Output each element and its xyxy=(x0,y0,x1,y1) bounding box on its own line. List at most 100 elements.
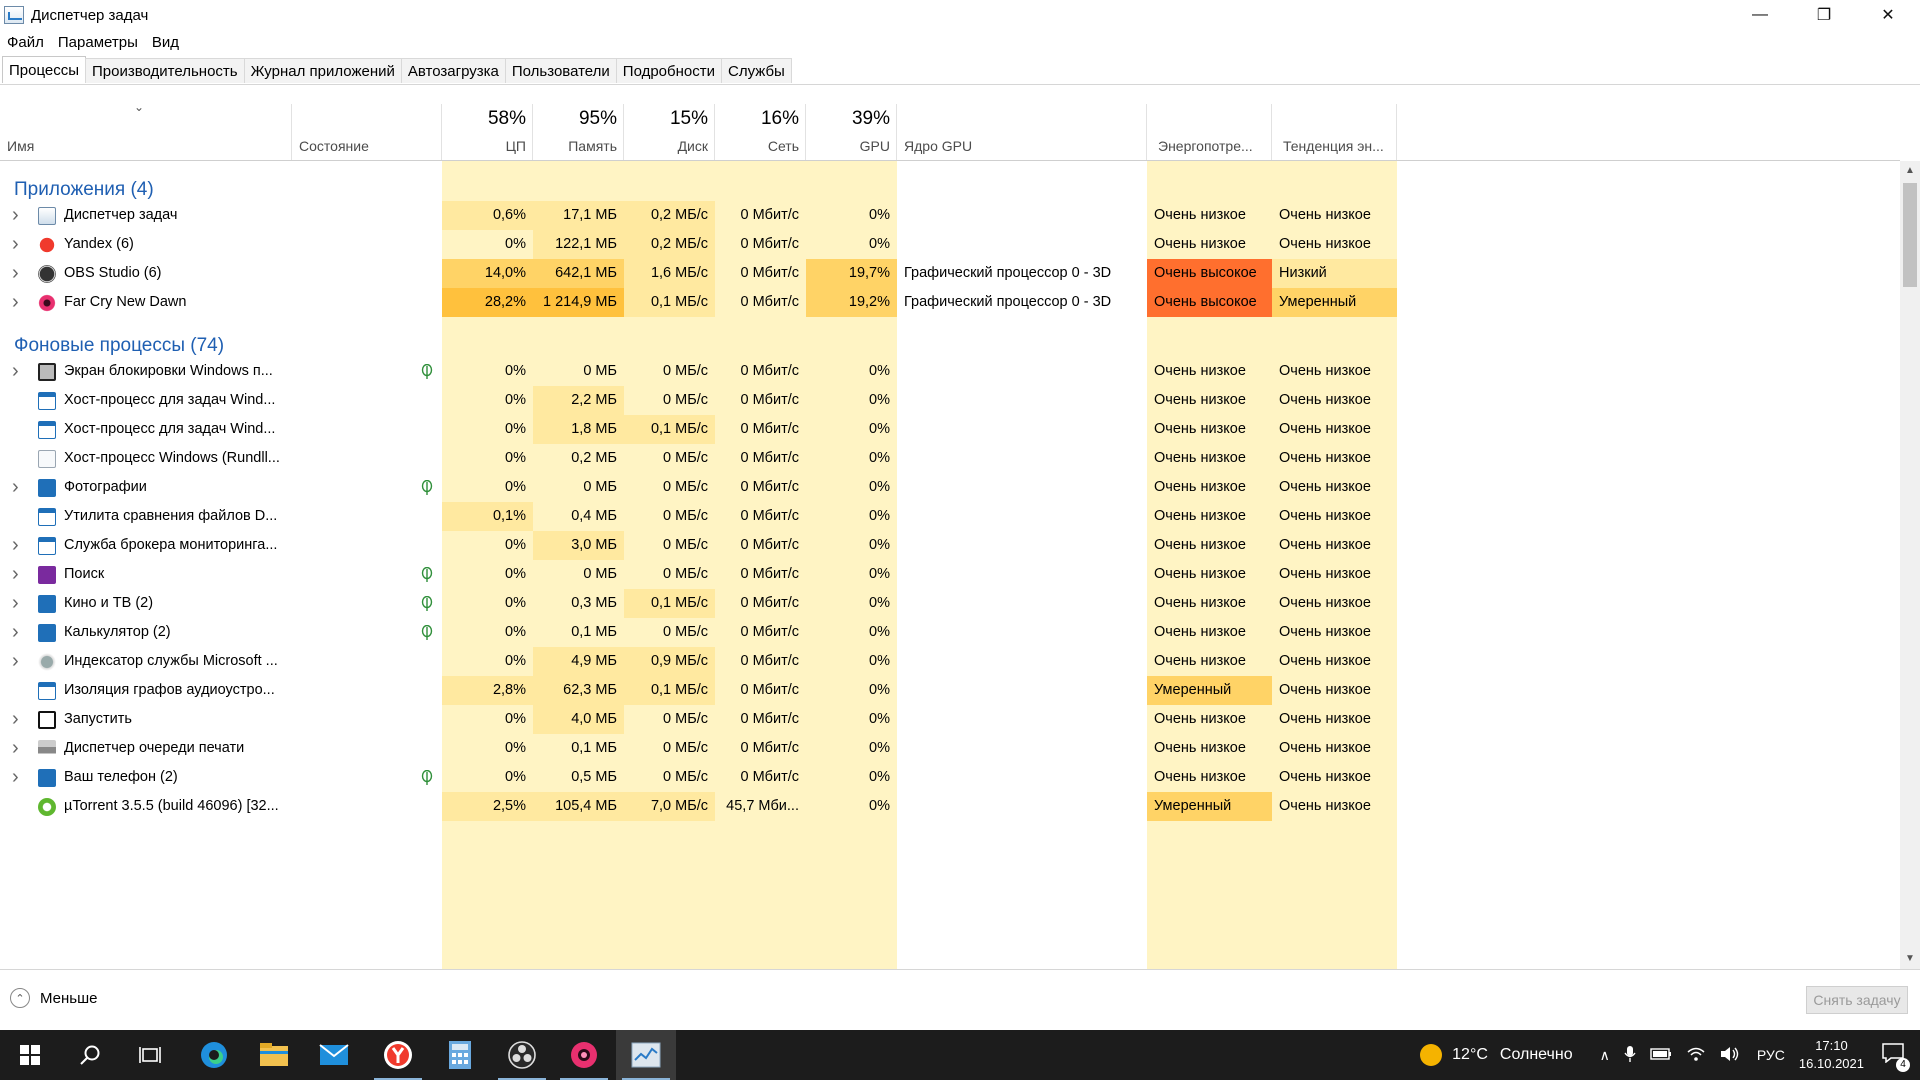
network-value: 0 Мбит/с xyxy=(740,595,800,611)
obs-taskbar-button[interactable] xyxy=(492,1030,552,1080)
power-trend-value: Очень низкое xyxy=(1279,450,1371,466)
table-row[interactable]: µTorrent 3.5.5 (build 46096) [32... 2,5% 1… xyxy=(0,792,1400,821)
table-row[interactable]: › Far Cry New Dawn 28,2% 1 214,9 МБ 0,1 МБ/с… xyxy=(0,288,1400,317)
column-name[interactable]: Имя xyxy=(0,104,292,160)
wifi-icon[interactable] xyxy=(1686,1046,1706,1065)
column-power[interactable]: Энергопотре... xyxy=(1147,104,1272,160)
vertical-scrollbar[interactable]: ▲ ▼ xyxy=(1900,161,1920,969)
table-row[interactable]: › Экран блокировки Windows п... 0% 0 МБ 0 МБ… xyxy=(0,357,1400,386)
chevron-right-icon[interactable]: › xyxy=(12,647,19,676)
process-name: Экран блокировки Windows п... xyxy=(64,363,273,379)
task-view-button[interactable] xyxy=(120,1030,180,1080)
microphone-icon[interactable] xyxy=(1624,1045,1636,1066)
scroll-down-icon[interactable]: ▼ xyxy=(1900,949,1920,969)
chevron-right-icon[interactable]: › xyxy=(12,734,19,763)
tab-processes[interactable]: Процессы xyxy=(2,56,87,83)
chevron-right-icon[interactable]: › xyxy=(12,531,19,560)
power-trend-value: Очень низкое xyxy=(1279,566,1371,582)
close-button[interactable]: ✕ xyxy=(1856,0,1920,30)
weather-temperature[interactable]: 12°C xyxy=(1452,1046,1488,1064)
calculator-icon xyxy=(449,1041,471,1069)
table-row[interactable]: › Диспетчер задач 0,6% 17,1 МБ 0,2 МБ/с 0 Мби… xyxy=(0,201,1400,230)
chevron-right-icon[interactable]: › xyxy=(12,705,19,734)
table-row[interactable]: › Индексатор службы Microsoft ... 0% 4,9 МБ… xyxy=(0,647,1400,676)
task-manager-taskbar-button[interactable] xyxy=(616,1030,676,1080)
weather-condition[interactable]: Солнечно xyxy=(1500,1046,1573,1064)
menu-file[interactable]: Файл xyxy=(0,34,51,51)
table-row[interactable]: › Ваш телефон (2) 0% 0,5 МБ 0 МБ/с 0 Мбит/с 0%… xyxy=(0,763,1400,792)
group-header[interactable]: Приложения (4) xyxy=(0,161,1400,201)
chevron-right-icon[interactable]: › xyxy=(12,288,19,317)
chevron-right-icon[interactable]: › xyxy=(12,473,19,502)
column-disk[interactable]: 15% Диск xyxy=(624,104,715,160)
table-row[interactable]: Хост-процесс для задач Wind... 0% 1,8 МБ 0,… xyxy=(0,415,1400,444)
scroll-up-icon[interactable]: ▲ xyxy=(1900,161,1920,181)
tab-users[interactable]: Пользователи xyxy=(504,58,617,83)
table-row[interactable]: Хост-процесс Windows (Rundll... 0% 0,2 МБ 0… xyxy=(0,444,1400,473)
fewer-details-button[interactable]: ⌃ Меньше xyxy=(10,988,97,1008)
tab-app-history[interactable]: Журнал приложений xyxy=(243,58,402,83)
table-row[interactable]: › Служба брокера мониторинга... 0% 3,0 МБ 0 … xyxy=(0,531,1400,560)
mail-taskbar-button[interactable] xyxy=(304,1030,364,1080)
table-row[interactable]: Утилита сравнения файлов D... 0,1% 0,4 МБ 0… xyxy=(0,502,1400,531)
column-memory[interactable]: 95% Память xyxy=(533,104,624,160)
chevron-right-icon[interactable]: › xyxy=(12,259,19,288)
table-row[interactable]: › Фотографии 0% 0 МБ 0 МБ/с 0 Мбит/с 0% Очень н… xyxy=(0,473,1400,502)
gpu-value: 19,2% xyxy=(806,288,897,317)
table-row[interactable]: › Запустить 0% 4,0 МБ 0 МБ/с 0 Мбит/с 0% Очень … xyxy=(0,705,1400,734)
gpu-value: 0% xyxy=(869,236,890,252)
column-cpu[interactable]: 58% ЦП xyxy=(442,104,533,160)
table-row[interactable]: › Поиск 0% 0 МБ 0 МБ/с 0 Мбит/с 0% Очень низкое… xyxy=(0,560,1400,589)
tab-services[interactable]: Службы xyxy=(720,58,792,83)
table-row[interactable]: › Калькулятор (2) 0% 0,1 МБ 0 МБ/с 0 Мбит/с 0%… xyxy=(0,618,1400,647)
calculator-taskbar-button[interactable] xyxy=(430,1030,490,1080)
tab-details[interactable]: Подробности xyxy=(615,58,722,83)
start-button[interactable] xyxy=(0,1030,60,1080)
table-row[interactable]: › Yandex (6) 0% 122,1 МБ 0,2 МБ/с 0 Мбит/с 0% О… xyxy=(0,230,1400,259)
menu-view[interactable]: Вид xyxy=(145,34,186,51)
farcry-taskbar-button[interactable] xyxy=(554,1030,614,1080)
column-status[interactable]: Состояние xyxy=(292,104,442,160)
yandex-taskbar-button[interactable] xyxy=(368,1030,428,1080)
table-row[interactable]: › OBS Studio (6) 14,0% 642,1 МБ 1,6 МБ/с 0 Мб… xyxy=(0,259,1400,288)
language-indicator[interactable]: РУС xyxy=(1757,1047,1785,1063)
clock[interactable]: 17:10 16.10.2021 xyxy=(1799,1037,1864,1073)
explorer-taskbar-button[interactable] xyxy=(244,1030,304,1080)
obs-icon xyxy=(508,1041,536,1069)
tab-performance[interactable]: Производительность xyxy=(85,58,245,83)
group-header[interactable]: Фоновые процессы (74) xyxy=(0,317,1400,357)
table-row[interactable]: › Диспетчер очереди печати 0% 0,1 МБ 0 МБ/с 0… xyxy=(0,734,1400,763)
gpu-engine-value xyxy=(897,230,1147,259)
menu-options[interactable]: Параметры xyxy=(51,34,145,51)
power-usage-value: Очень низкое xyxy=(1154,566,1246,582)
scroll-thumb[interactable] xyxy=(1903,183,1917,287)
chevron-up-tray-icon[interactable]: ∧ xyxy=(1600,1047,1610,1064)
tab-startup[interactable]: Автозагрузка xyxy=(400,58,506,83)
battery-icon[interactable] xyxy=(1650,1047,1672,1063)
column-power-trend[interactable]: Тенденция эн... xyxy=(1272,104,1397,160)
column-gpu-engine[interactable]: Ядро GPU xyxy=(897,104,1147,160)
chevron-right-icon[interactable]: › xyxy=(12,763,19,792)
chevron-right-icon[interactable]: › xyxy=(12,201,19,230)
disk-value: 7,0 МБ/с xyxy=(624,792,715,821)
minimize-button[interactable]: — xyxy=(1728,0,1792,30)
disk-value: 0,1 МБ/с xyxy=(624,415,715,444)
speaker-icon[interactable] xyxy=(1720,1046,1740,1065)
column-network[interactable]: 16% Сеть xyxy=(715,104,806,160)
table-row[interactable]: Хост-процесс для задач Wind... 0% 2,2 МБ 0 … xyxy=(0,386,1400,415)
restore-button[interactable]: ❐ xyxy=(1792,0,1856,30)
suspended-leaf-icon xyxy=(421,567,433,582)
chevron-right-icon[interactable]: › xyxy=(12,357,19,386)
table-row[interactable]: Изоляция графов аудиоустро... 2,8% 62,3 МБ… xyxy=(0,676,1400,705)
sun-icon xyxy=(1420,1044,1443,1066)
table-row[interactable]: › Кино и ТВ (2) 0% 0,3 МБ 0,1 МБ/с 0 Мбит/с 0%… xyxy=(0,589,1400,618)
chevron-right-icon[interactable]: › xyxy=(12,618,19,647)
search-button[interactable] xyxy=(60,1030,120,1080)
notification-center-button[interactable]: 4 xyxy=(1882,1042,1910,1072)
chevron-right-icon[interactable]: › xyxy=(12,230,19,259)
end-task-button[interactable]: Снять задачу xyxy=(1806,986,1908,1014)
chevron-right-icon[interactable]: › xyxy=(12,560,19,589)
edge-taskbar-button[interactable] xyxy=(184,1030,244,1080)
column-gpu[interactable]: 39% GPU xyxy=(806,104,897,160)
chevron-right-icon[interactable]: › xyxy=(12,589,19,618)
